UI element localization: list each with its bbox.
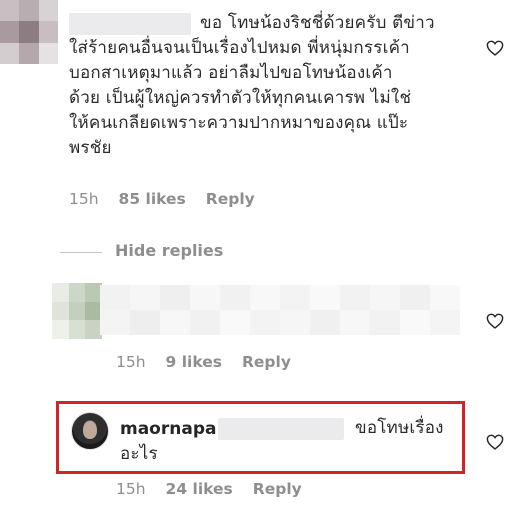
comment-line-3: บอกสาเหตุมาแล้ว อย่าลืมไปขอโทษน้องเค้า <box>69 63 393 83</box>
comment-line-1: ขอ โทษน้องริชชี่ด้วยครับ ตีข่าว <box>200 13 435 33</box>
reply-button[interactable]: Reply <box>253 480 302 498</box>
heart-outline-icon[interactable] <box>486 313 504 329</box>
hide-replies-button[interactable]: Hide replies <box>115 241 223 260</box>
blurred-reply-text <box>100 285 460 335</box>
comment-line-2: ใส่ร้ายคนอื่นจนเป็นเรื่องไปหมด พี่หนุ่มก… <box>69 38 410 58</box>
comment-line-5: ให้คนเกลียดเพราะความปากหมาของคุณ แป๊ะ <box>69 113 409 133</box>
reply-text-part1: ขอโทษเรื่อง <box>355 418 444 438</box>
comment-line-4: ด้วย เป็นผู้ใหญ่ควรทำตัวให้ทุกคนเคารพ ไม… <box>69 88 412 108</box>
reply-likes[interactable]: 9 likes <box>166 353 222 371</box>
heart-outline-icon[interactable] <box>486 40 504 56</box>
commenter-avatar-pixelated[interactable] <box>0 0 58 64</box>
reply-text-part2: อะไร <box>120 444 158 464</box>
reply-meta: 15h 24 likes Reply <box>116 480 302 498</box>
reply-username[interactable]: maornapa <box>120 419 216 439</box>
reply-avatar-pixelated[interactable] <box>52 283 102 339</box>
replies-divider <box>60 252 102 253</box>
comment-line-6: พรชัย <box>69 138 112 158</box>
reply-meta: 15h 9 likes Reply <box>116 353 291 371</box>
comment-meta: 15h 85 likes Reply <box>69 190 255 208</box>
blurred-username <box>69 13 191 35</box>
reply-time: 15h <box>116 353 146 371</box>
blurred-mention <box>218 418 344 440</box>
reply-button[interactable]: Reply <box>242 353 291 371</box>
heart-outline-icon[interactable] <box>486 434 504 450</box>
comment-time: 15h <box>69 190 99 208</box>
comment-likes[interactable]: 85 likes <box>119 190 186 208</box>
reply-likes[interactable]: 24 likes <box>166 480 233 498</box>
reply-button[interactable]: Reply <box>206 190 255 208</box>
avatar[interactable] <box>71 412 109 450</box>
reply-time: 15h <box>116 480 146 498</box>
